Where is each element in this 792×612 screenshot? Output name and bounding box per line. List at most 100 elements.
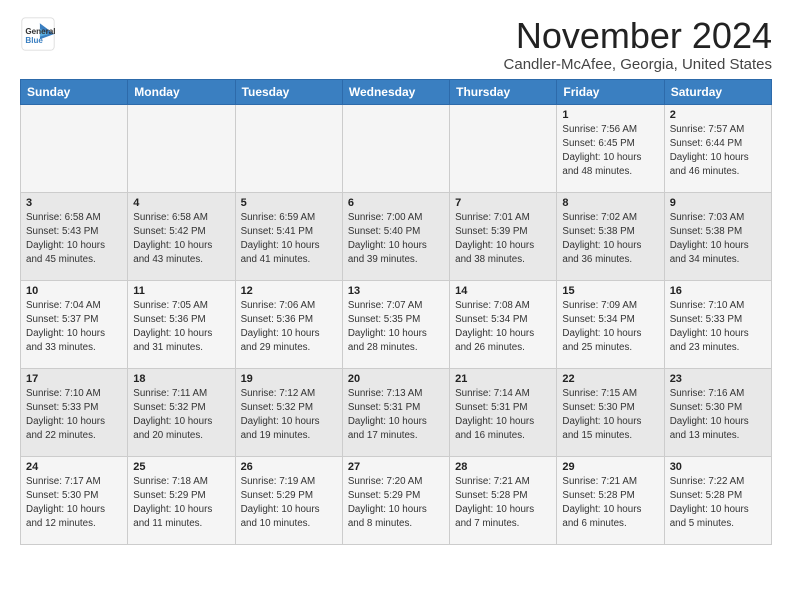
svg-text:General: General: [25, 27, 55, 36]
day-number: 6: [348, 197, 444, 209]
day-info: Sunrise: 7:17 AM Sunset: 5:30 PM Dayligh…: [26, 475, 122, 532]
day-number: 28: [455, 461, 551, 473]
calendar-week-row: 10 Sunrise: 7:04 AM Sunset: 5:37 PM Dayli…: [21, 280, 772, 368]
calendar-cell: 10 Sunrise: 7:04 AM Sunset: 5:37 PM Dayli…: [21, 280, 128, 368]
calendar-cell: 28 Sunrise: 7:21 AM Sunset: 5:28 PM Dayli…: [450, 456, 557, 544]
day-number: 24: [26, 461, 122, 473]
calendar-cell: 13 Sunrise: 7:07 AM Sunset: 5:35 PM Dayli…: [342, 280, 449, 368]
header-cell-thursday: Thursday: [450, 79, 557, 104]
header-cell-wednesday: Wednesday: [342, 79, 449, 104]
day-number: 15: [562, 285, 658, 297]
day-info: Sunrise: 6:58 AM Sunset: 5:43 PM Dayligh…: [26, 211, 122, 268]
calendar-cell: 2Sunrise: 7:57 AM Sunset: 6:44 PM Daylig…: [664, 104, 771, 192]
day-info: Sunrise: 7:10 AM Sunset: 5:33 PM Dayligh…: [670, 299, 766, 356]
calendar-cell: 1Sunrise: 7:56 AM Sunset: 6:45 PM Daylig…: [557, 104, 664, 192]
calendar-cell: 27 Sunrise: 7:20 AM Sunset: 5:29 PM Dayli…: [342, 456, 449, 544]
day-info: Sunrise: 7:18 AM Sunset: 5:29 PM Dayligh…: [133, 475, 229, 532]
day-info: Sunrise: 7:01 AM Sunset: 5:39 PM Dayligh…: [455, 211, 551, 268]
day-info: Sunrise: 7:05 AM Sunset: 5:36 PM Dayligh…: [133, 299, 229, 356]
calendar-cell: 21 Sunrise: 7:14 AM Sunset: 5:31 PM Dayli…: [450, 368, 557, 456]
header-cell-friday: Friday: [557, 79, 664, 104]
day-number: 26: [241, 461, 337, 473]
day-info: Sunrise: 7:14 AM Sunset: 5:31 PM Dayligh…: [455, 387, 551, 444]
calendar-cell: 30Sunrise: 7:22 AM Sunset: 5:28 PM Dayli…: [664, 456, 771, 544]
calendar-cell: 29 Sunrise: 7:21 AM Sunset: 5:28 PM Dayli…: [557, 456, 664, 544]
header: General Blue November 2024 Candler-McAfe…: [20, 16, 772, 73]
day-number: 11: [133, 285, 229, 297]
calendar-cell: [128, 104, 235, 192]
day-number: 29: [562, 461, 658, 473]
calendar-header-row: SundayMondayTuesdayWednesdayThursdayFrid…: [21, 79, 772, 104]
page: General Blue November 2024 Candler-McAfe…: [0, 0, 792, 555]
calendar-cell: [21, 104, 128, 192]
calendar-cell: 9 Sunrise: 7:03 AM Sunset: 5:38 PM Daylig…: [664, 192, 771, 280]
calendar-table: SundayMondayTuesdayWednesdayThursdayFrid…: [20, 79, 772, 545]
day-number: 12: [241, 285, 337, 297]
location-title: Candler-McAfee, Georgia, United States: [504, 56, 772, 73]
day-number: 4: [133, 197, 229, 209]
calendar-cell: 8Sunrise: 7:02 AM Sunset: 5:38 PM Daylig…: [557, 192, 664, 280]
day-info: Sunrise: 7:12 AM Sunset: 5:32 PM Dayligh…: [241, 387, 337, 444]
calendar-week-row: 3 Sunrise: 6:58 AM Sunset: 5:43 PM Daylig…: [21, 192, 772, 280]
day-number: 9: [670, 197, 766, 209]
day-number: 14: [455, 285, 551, 297]
svg-text:Blue: Blue: [25, 36, 43, 45]
calendar-cell: 6 Sunrise: 7:00 AM Sunset: 5:40 PM Daylig…: [342, 192, 449, 280]
calendar-cell: [450, 104, 557, 192]
calendar-week-row: 17 Sunrise: 7:10 AM Sunset: 5:33 PM Dayli…: [21, 368, 772, 456]
day-info: Sunrise: 7:00 AM Sunset: 5:40 PM Dayligh…: [348, 211, 444, 268]
day-number: 1: [562, 109, 658, 121]
day-number: 27: [348, 461, 444, 473]
day-number: 2: [670, 109, 766, 121]
day-number: 22: [562, 373, 658, 385]
calendar-cell: 25 Sunrise: 7:18 AM Sunset: 5:29 PM Dayli…: [128, 456, 235, 544]
calendar-cell: 24 Sunrise: 7:17 AM Sunset: 5:30 PM Dayli…: [21, 456, 128, 544]
day-number: 13: [348, 285, 444, 297]
day-info: Sunrise: 7:08 AM Sunset: 5:34 PM Dayligh…: [455, 299, 551, 356]
calendar-cell: 14 Sunrise: 7:08 AM Sunset: 5:34 PM Dayli…: [450, 280, 557, 368]
day-info: Sunrise: 7:03 AM Sunset: 5:38 PM Dayligh…: [670, 211, 766, 268]
calendar-cell: 7Sunrise: 7:01 AM Sunset: 5:39 PM Daylig…: [450, 192, 557, 280]
calendar-cell: 5 Sunrise: 6:59 AM Sunset: 5:41 PM Daylig…: [235, 192, 342, 280]
calendar-cell: 11 Sunrise: 7:05 AM Sunset: 5:36 PM Dayli…: [128, 280, 235, 368]
calendar-cell: 12 Sunrise: 7:06 AM Sunset: 5:36 PM Dayli…: [235, 280, 342, 368]
calendar-cell: 4 Sunrise: 6:58 AM Sunset: 5:42 PM Daylig…: [128, 192, 235, 280]
day-number: 10: [26, 285, 122, 297]
day-info: Sunrise: 7:06 AM Sunset: 5:36 PM Dayligh…: [241, 299, 337, 356]
day-info: Sunrise: 6:59 AM Sunset: 5:41 PM Dayligh…: [241, 211, 337, 268]
day-info: Sunrise: 7:21 AM Sunset: 5:28 PM Dayligh…: [562, 475, 658, 532]
day-number: 3: [26, 197, 122, 209]
logo-icon: General Blue: [20, 16, 56, 52]
day-info: Sunrise: 7:16 AM Sunset: 5:30 PM Dayligh…: [670, 387, 766, 444]
day-number: 8: [562, 197, 658, 209]
day-number: 5: [241, 197, 337, 209]
day-info: Sunrise: 6:58 AM Sunset: 5:42 PM Dayligh…: [133, 211, 229, 268]
day-info: Sunrise: 7:21 AM Sunset: 5:28 PM Dayligh…: [455, 475, 551, 532]
calendar-cell: 23 Sunrise: 7:16 AM Sunset: 5:30 PM Dayli…: [664, 368, 771, 456]
header-cell-saturday: Saturday: [664, 79, 771, 104]
day-info: Sunrise: 7:13 AM Sunset: 5:31 PM Dayligh…: [348, 387, 444, 444]
day-number: 25: [133, 461, 229, 473]
day-number: 21: [455, 373, 551, 385]
calendar-cell: [235, 104, 342, 192]
day-number: 17: [26, 373, 122, 385]
calendar-week-row: 24 Sunrise: 7:17 AM Sunset: 5:30 PM Dayli…: [21, 456, 772, 544]
calendar-cell: 3 Sunrise: 6:58 AM Sunset: 5:43 PM Daylig…: [21, 192, 128, 280]
calendar-cell: 19Sunrise: 7:12 AM Sunset: 5:32 PM Dayli…: [235, 368, 342, 456]
header-cell-monday: Monday: [128, 79, 235, 104]
day-number: 23: [670, 373, 766, 385]
day-info: Sunrise: 7:19 AM Sunset: 5:29 PM Dayligh…: [241, 475, 337, 532]
calendar-week-row: 1Sunrise: 7:56 AM Sunset: 6:45 PM Daylig…: [21, 104, 772, 192]
day-info: Sunrise: 7:22 AM Sunset: 5:28 PM Dayligh…: [670, 475, 766, 532]
day-info: Sunrise: 7:07 AM Sunset: 5:35 PM Dayligh…: [348, 299, 444, 356]
calendar-cell: 15Sunrise: 7:09 AM Sunset: 5:34 PM Dayli…: [557, 280, 664, 368]
logo: General Blue: [20, 16, 56, 52]
day-info: Sunrise: 7:20 AM Sunset: 5:29 PM Dayligh…: [348, 475, 444, 532]
day-info: Sunrise: 7:10 AM Sunset: 5:33 PM Dayligh…: [26, 387, 122, 444]
day-info: Sunrise: 7:04 AM Sunset: 5:37 PM Dayligh…: [26, 299, 122, 356]
calendar-cell: 18Sunrise: 7:11 AM Sunset: 5:32 PM Dayli…: [128, 368, 235, 456]
calendar-cell: [342, 104, 449, 192]
calendar-cell: 20Sunrise: 7:13 AM Sunset: 5:31 PM Dayli…: [342, 368, 449, 456]
header-cell-sunday: Sunday: [21, 79, 128, 104]
calendar-cell: 16Sunrise: 7:10 AM Sunset: 5:33 PM Dayli…: [664, 280, 771, 368]
